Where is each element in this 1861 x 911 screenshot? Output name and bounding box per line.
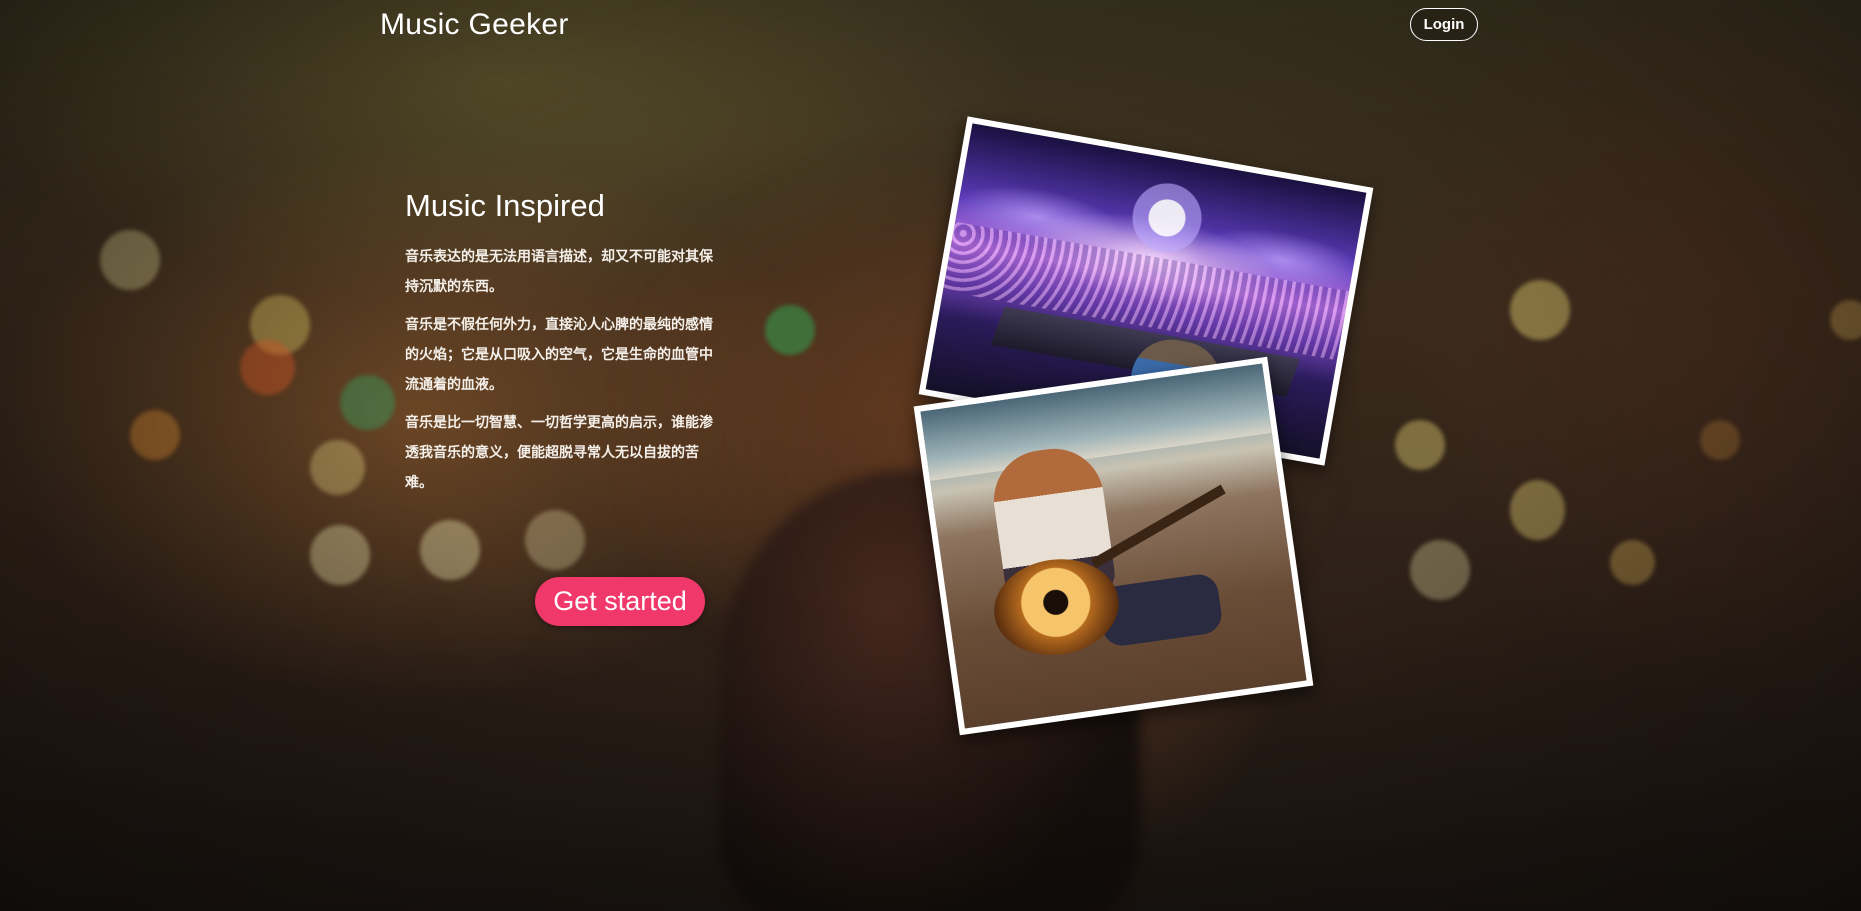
hero-section: Music Inspired 音乐表达的是无法用语言描述，却又不可能对其保持沉默… [405, 188, 725, 506]
hero-title: Music Inspired [405, 188, 605, 223]
guitar-photo [913, 356, 1314, 736]
hero-paragraph: 音乐表达的是无法用语言描述，却又不可能对其保持沉默的东西。 [405, 249, 713, 295]
hero-paragraph: 音乐是不假任何外力，直接沁人心脾的最纯的感情的火焰；它是从口吸入的空气，它是生命… [405, 317, 713, 393]
login-button[interactable]: Login [1410, 8, 1478, 41]
get-started-button[interactable]: Get started [535, 577, 705, 626]
hero-paragraph: 音乐是比一切智慧、一切哲学更高的启示，谁能渗透我音乐的意义，便能超脱寻常人无以自… [405, 415, 713, 491]
landing-page: Music Geeker Login Music Inspired 音乐表达的是… [0, 0, 1861, 911]
brand-logo[interactable]: Music Geeker [380, 8, 569, 42]
guitar-neck [1090, 484, 1226, 569]
